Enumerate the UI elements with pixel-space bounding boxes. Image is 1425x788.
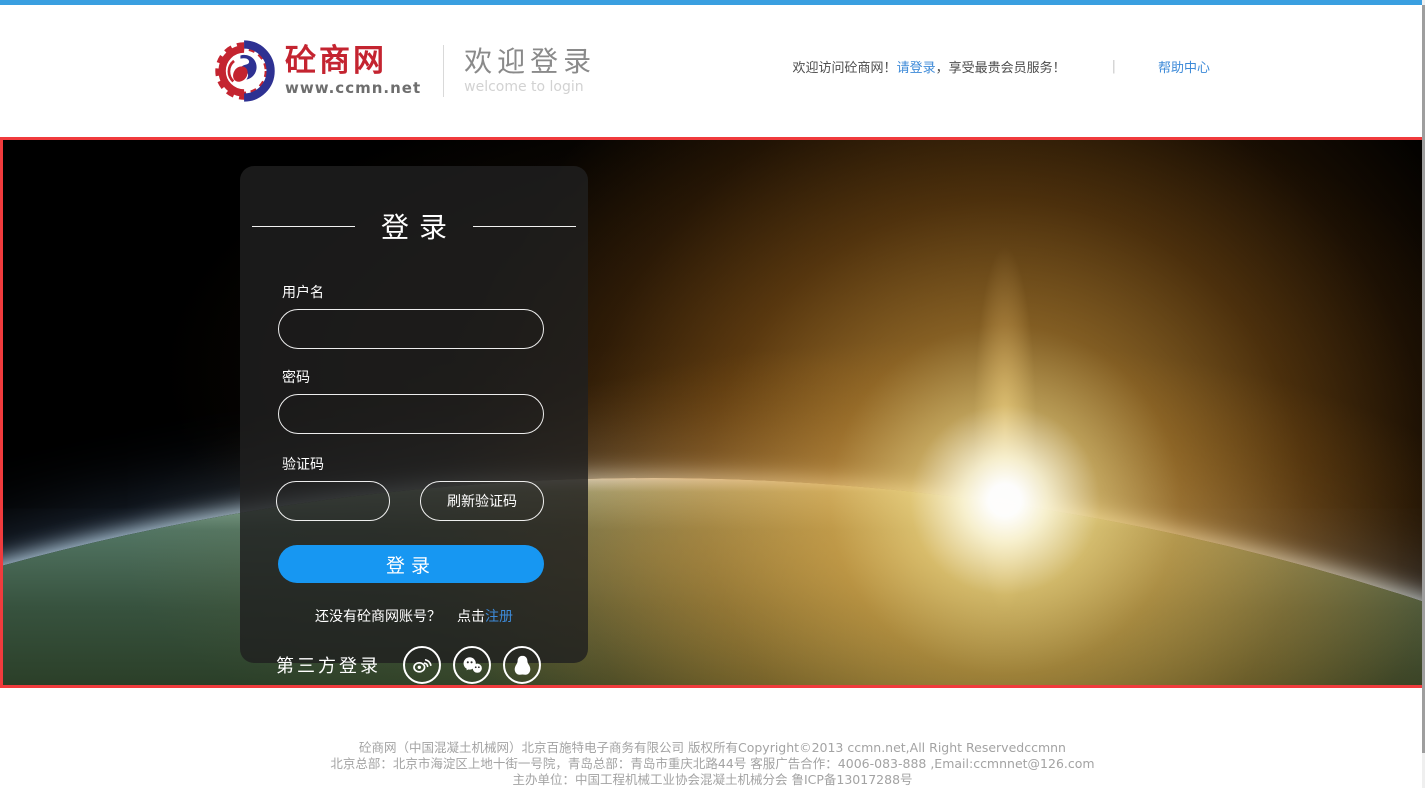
site-logo[interactable]: 砼商网 www.ccmn.net 欢迎登录 welcome to login	[213, 38, 596, 104]
wechat-login-button[interactable]	[453, 646, 491, 684]
click-text: 点击	[457, 609, 485, 625]
header: 砼商网 www.ccmn.net 欢迎登录 welcome to login 欢…	[0, 5, 1425, 137]
weibo-login-button[interactable]	[403, 646, 441, 684]
register-link[interactable]: 注册	[485, 609, 513, 625]
brand-url: www.ccmn.net	[285, 79, 421, 97]
third-party-label: 第三方登录	[276, 652, 381, 678]
help-center-link[interactable]: 帮助中心	[1158, 57, 1210, 76]
login-link[interactable]: 请登录	[897, 57, 936, 76]
header-separator: |	[1112, 59, 1116, 74]
username-label: 用户名	[282, 282, 588, 302]
page-subtitle: welcome to login	[464, 79, 596, 95]
header-links: 欢迎访问砼商网！ 请登录 ，享受最贵会员服务！ | 帮助中心	[793, 57, 1210, 76]
title-rule-right	[473, 226, 576, 227]
password-label: 密码	[282, 367, 588, 387]
panel-title: 登录	[381, 206, 457, 246]
page-title: 欢迎登录	[464, 47, 596, 78]
captcha-input[interactable]	[276, 481, 390, 521]
organizer-line: 主办单位：中国工程机械工业协会混凝土机械分会 鲁ICP备13017288号	[0, 772, 1425, 788]
password-input[interactable]	[278, 394, 544, 434]
contact-line: 北京总部：北京市海淀区上地十街一号院，青岛总部：青岛市重庆北路44号 客服广告合…	[0, 756, 1425, 772]
earth-horizon-image	[0, 478, 1425, 688]
qq-login-button[interactable]	[503, 646, 541, 684]
footer: 砼商网（中国混凝土机械网）北京百施特电子商务有限公司 版权所有Copyright…	[0, 688, 1425, 788]
header-divider	[443, 45, 444, 97]
wechat-icon	[460, 653, 485, 678]
no-account-text: 还没有砼商网账号？	[315, 609, 441, 625]
brand-name: 砼商网	[285, 45, 421, 78]
greeting-text: 欢迎访问砼商网！	[793, 57, 897, 76]
login-button[interactable]: 登录	[278, 545, 544, 583]
login-page: 砼商网 www.ccmn.net 欢迎登录 welcome to login 欢…	[0, 0, 1425, 788]
refresh-captcha-button[interactable]: 刷新验证码	[420, 481, 544, 521]
weibo-icon	[410, 653, 434, 677]
hero-banner: 登录 用户名 密码 验证码 刷新验证码 登录 还没有砼商网账号？ 点击注册 第三方…	[0, 137, 1425, 688]
login-panel: 登录 用户名 密码 验证码 刷新验证码 登录 还没有砼商网账号？点击注册 第三方…	[240, 166, 588, 663]
greeting-suffix: ，享受最贵会员服务！	[936, 57, 1066, 76]
copyright-line: 砼商网（中国混凝土机械网）北京百施特电子商务有限公司 版权所有Copyright…	[0, 740, 1425, 756]
title-rule-left	[252, 226, 355, 227]
captcha-label: 验证码	[282, 454, 588, 474]
username-input[interactable]	[278, 309, 544, 349]
gear-globe-logo-icon	[213, 38, 277, 104]
qq-icon	[510, 653, 535, 678]
